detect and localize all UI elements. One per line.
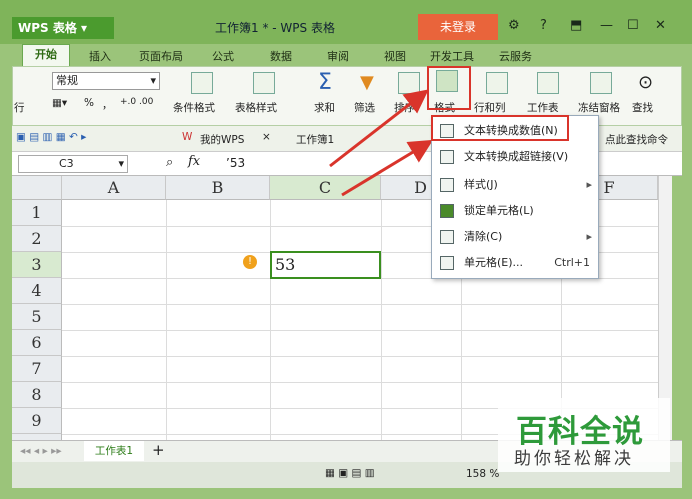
submenu-arrow-icon: ▸	[586, 178, 592, 191]
sheet-tab[interactable]: 工作表1	[84, 441, 144, 461]
menu-cell-format[interactable]: 单元格(E)... Ctrl+1	[432, 250, 598, 276]
style-icon	[440, 178, 454, 192]
add-sheet-button[interactable]: +	[152, 441, 165, 459]
zoom-level[interactable]: 158 %	[466, 468, 499, 480]
cell-format-icon	[440, 256, 454, 270]
arrow-to-menu	[341, 139, 434, 197]
menu-convert-to-hyperlink[interactable]: 文本转换成超链接(V)	[432, 144, 598, 170]
sheet-nav-icon[interactable]: ◂◂ ◂ ▸ ▸▸	[20, 445, 62, 457]
watermark-subtitle: 助你轻松解决	[514, 449, 634, 469]
menu-lock-cell[interactable]: 锁定单元格(L)	[432, 198, 598, 224]
menu-clear[interactable]: 清除(C) ▸	[432, 224, 598, 250]
menu-style[interactable]: 样式(J) ▸	[432, 172, 598, 198]
view-mode-icon[interactable]: ▦ ▣ ▤ ▥	[325, 467, 375, 479]
lock-icon	[440, 204, 454, 218]
shortcut-label: Ctrl+1	[554, 256, 590, 269]
eraser-icon	[440, 230, 454, 244]
hyperlink-icon	[440, 150, 454, 164]
submenu-arrow-icon: ▸	[586, 230, 592, 243]
menu-highlight-box	[431, 115, 569, 141]
